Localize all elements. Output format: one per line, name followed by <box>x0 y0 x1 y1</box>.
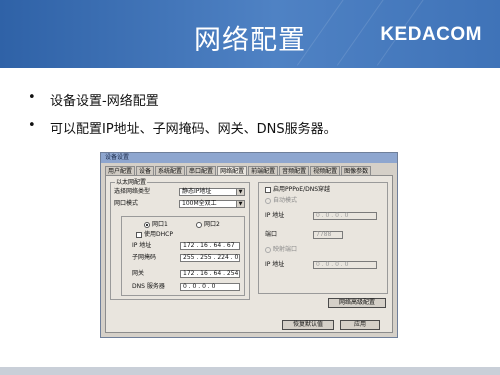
tab-user-config[interactable]: 用户配置 <box>105 166 136 175</box>
network-config-panel: 以太网配置 选择网络类型 静态IP地址 ▼ 网口模式 100M全双工 ▼ 网口1… <box>105 175 393 333</box>
tab-system-config[interactable]: 系统配置 <box>155 166 186 175</box>
bullet-dot: • <box>28 90 36 105</box>
pppoe-ip-field[interactable]: 0 . 0 . 0 . 0 <box>313 212 377 220</box>
auto-mode-radio[interactable] <box>265 198 271 204</box>
bullet-dot: • <box>28 118 36 133</box>
chevron-down-icon[interactable]: ▼ <box>236 189 244 195</box>
tab-network-config[interactable]: 网络配置 <box>217 166 248 175</box>
dns-server-field[interactable]: 0 . 0 . 0 . 0 <box>180 283 240 291</box>
auto-mode-label: 自动模式 <box>273 197 298 204</box>
port2-radio[interactable] <box>196 222 202 228</box>
port-settings-group: 网口1 网口2 使用DHCP IP 地址 172 . 16 . 64 . 67 … <box>121 216 245 296</box>
port-mode-value: 100M全双工 <box>182 200 217 207</box>
bullet-item: • 设备设置-网络配置 <box>28 90 337 109</box>
pppoe-ip-label: IP 地址 <box>265 212 285 219</box>
gateway-label: 网关 <box>132 270 145 277</box>
dhcp-label: 使用DHCP <box>144 231 173 238</box>
dialog-title: 设备设置 <box>101 153 397 163</box>
apply-button[interactable]: 应用 <box>340 320 380 330</box>
chevron-down-icon[interactable]: ▼ <box>236 201 244 207</box>
port-label: 端口 <box>265 231 278 238</box>
net-type-label: 选择网络类型 <box>114 188 151 195</box>
pppoe-checkbox[interactable] <box>265 187 271 193</box>
slide-footer <box>0 367 500 375</box>
dhcp-checkbox[interactable] <box>136 232 142 238</box>
bullet-text: 设备设置-网络配置 <box>50 94 159 109</box>
mapped-port-label: 映射端口 <box>273 246 298 253</box>
mask-label: 子网掩码 <box>132 254 157 261</box>
tab-frontend-config[interactable]: 前端配置 <box>248 166 279 175</box>
port2-label: 网口2 <box>204 221 220 228</box>
bullet-text: 可以配置IP地址、子网掩码、网关、DNS服务器。 <box>50 122 337 137</box>
tab-image-params[interactable]: 图像参数 <box>341 166 372 175</box>
mapped-ip-field[interactable]: 0 . 0 . 0 . 0 <box>313 261 377 269</box>
ip-label: IP 地址 <box>132 242 152 249</box>
net-type-value: 静态IP地址 <box>182 188 212 195</box>
tab-bar: 用户配置 设备 系统配置 串口配置 网络配置 前端配置 音频配置 视频配置 图像参数 <box>105 166 372 175</box>
device-settings-dialog: 设备设置 用户配置 设备 系统配置 串口配置 网络配置 前端配置 音频配置 视频配置 图像参数 … <box>100 152 398 338</box>
bullet-item: • 可以配置IP地址、子网掩码、网关、DNS服务器。 <box>28 118 337 137</box>
pppoe-group: 启用PPPoE/DNS穿越 自动模式 IP 地址 0 . 0 . 0 . 0 端… <box>258 182 388 294</box>
dns-label: DNS 服务器 <box>132 283 165 290</box>
tab-device[interactable]: 设备 <box>136 166 155 175</box>
port-mode-select[interactable]: 100M全双工 ▼ <box>179 200 245 208</box>
tab-audio-config[interactable]: 音频配置 <box>279 166 310 175</box>
ethernet-group-title: 以太网配置 <box>115 179 148 186</box>
tab-serial-config[interactable]: 串口配置 <box>186 166 217 175</box>
ethernet-config-group: 以太网配置 选择网络类型 静态IP地址 ▼ 网口模式 100M全双工 ▼ 网口1… <box>110 179 250 300</box>
net-type-select[interactable]: 静态IP地址 ▼ <box>179 188 245 196</box>
ip-address-field[interactable]: 172 . 16 . 64 . 67 <box>180 242 240 250</box>
mapped-ip-label: IP 地址 <box>265 261 285 268</box>
subnet-mask-field[interactable]: 255 . 255 . 224 . 0 <box>180 254 240 262</box>
pppoe-label: 启用PPPoE/DNS穿越 <box>273 186 331 193</box>
slide-header: 网络配置 KEDACOM <box>0 0 500 68</box>
kedacom-logo: KEDACOM <box>380 24 482 45</box>
gateway-field[interactable]: 172 . 16 . 64 . 254 <box>180 270 240 278</box>
advanced-network-button[interactable]: 网络高级配置 <box>328 298 386 308</box>
port1-radio[interactable] <box>144 222 150 228</box>
tab-video-config[interactable]: 视频配置 <box>310 166 341 175</box>
bullet-list: • 设备设置-网络配置 • 可以配置IP地址、子网掩码、网关、DNS服务器。 <box>28 90 337 146</box>
port-field[interactable]: 7788 <box>313 231 343 239</box>
restore-defaults-button[interactable]: 恢复默认值 <box>282 320 334 330</box>
port-mode-label: 网口模式 <box>114 200 139 207</box>
port1-label: 网口1 <box>152 221 168 228</box>
mapped-port-radio[interactable] <box>265 247 271 253</box>
